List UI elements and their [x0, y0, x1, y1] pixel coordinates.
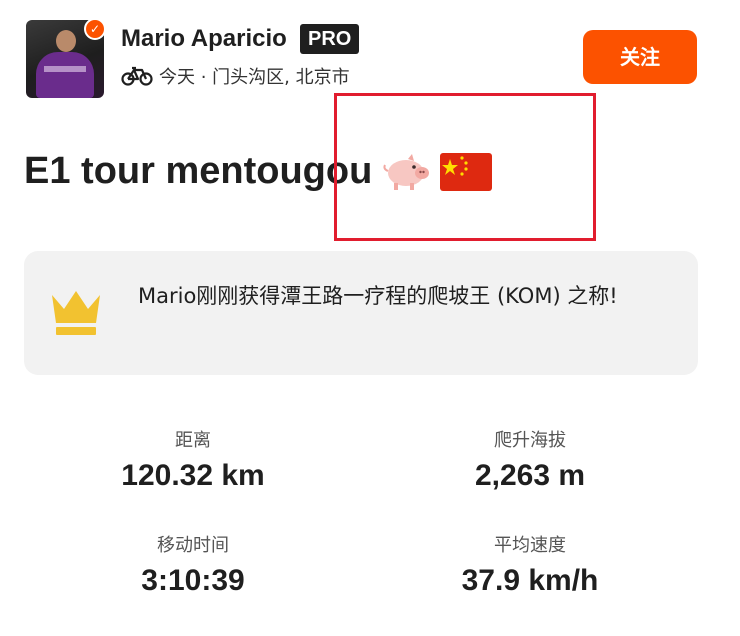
stat-value-moving-time: 3:10:39: [141, 564, 245, 597]
follow-button[interactable]: 关注: [583, 30, 697, 84]
activity-meta: 今天 · 门头沟区, 北京市: [121, 63, 350, 89]
highlight-box: [334, 93, 596, 241]
pro-badge: PRO: [300, 24, 360, 54]
stat-label-avg-speed: 平均速度: [494, 535, 566, 556]
stat-value-distance: 120.32 km: [121, 459, 265, 492]
verified-badge-icon: ✓: [84, 18, 106, 40]
athlete-name[interactable]: Mario Aparicio: [121, 25, 287, 53]
activity-meta-text: 今天 · 门头沟区, 北京市: [159, 67, 350, 88]
stat-label-moving-time: 移动时间: [157, 535, 229, 556]
stat-value-elevation: 2,263 m: [474, 459, 586, 492]
stat-label-elevation: 爬升海拔: [494, 430, 566, 451]
crown-icon: [52, 291, 100, 335]
stat-value-avg-speed: 37.9 km/h: [461, 564, 599, 597]
achievement-card[interactable]: Mario刚刚获得潭王路一疗程的爬坡王 (KOM) 之称!: [24, 251, 698, 375]
activity-title: E1 tour mentougou: [24, 150, 373, 192]
bike-icon: [121, 66, 153, 86]
achievement-text: Mario刚刚获得潭王路一疗程的爬坡王 (KOM) 之称!: [138, 284, 618, 308]
stat-label-distance: 距离: [175, 430, 211, 451]
